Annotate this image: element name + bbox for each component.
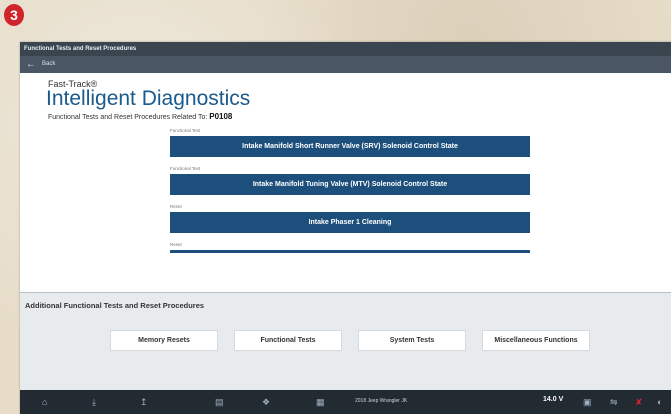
- trouble-code: P0108: [209, 112, 233, 121]
- procedure-item: Reset Intake Phaser 1 Cleaning: [170, 204, 530, 233]
- additional-title: Additional Functional Tests and Reset Pr…: [25, 301, 205, 310]
- procedure-type: Functional Test: [170, 128, 201, 133]
- procedure-type: Functional Test: [170, 166, 201, 171]
- back-bar: ← Back: [20, 56, 671, 73]
- app-screen: Functional Tests and Reset Procedures ← …: [20, 42, 671, 414]
- step-number-badge: 3: [4, 4, 24, 26]
- brand-title: Intelligent Diagnostics: [46, 87, 251, 110]
- miscellaneous-functions-button[interactable]: Miscellaneous Functions: [482, 330, 590, 351]
- related-to-line: Functional Tests and Reset Procedures Re…: [48, 112, 232, 121]
- upload-icon[interactable]: ↥: [140, 396, 148, 408]
- additional-procedures-panel: Additional Functional Tests and Reset Pr…: [20, 292, 671, 390]
- procedure-item: Functional Test Intake Manifold Tuning V…: [170, 166, 530, 195]
- tools-icon[interactable]: ❖: [262, 396, 270, 408]
- procedure-item: Reset: [170, 242, 530, 253]
- back-button[interactable]: Back: [42, 56, 55, 73]
- gauge-icon[interactable]: ◐: [657, 396, 662, 408]
- memory-resets-button[interactable]: Memory Resets: [110, 330, 218, 351]
- related-label: Functional Tests and Reset Procedures Re…: [48, 114, 208, 121]
- procedure-button-phaser-cleaning[interactable]: Intake Phaser 1 Cleaning: [170, 212, 530, 233]
- procedure-button-srv[interactable]: Intake Manifold Short Runner Valve (SRV)…: [170, 136, 530, 157]
- procedure-list: Functional Test Intake Manifold Short Ru…: [170, 128, 530, 262]
- procedure-type: Reset: [170, 204, 182, 209]
- home-icon[interactable]: ⌂: [42, 396, 47, 408]
- taskbar: ⌂ ⤓ ↥ ▤ ❖ ▦ 2018 Jeep Wrangler JK 14.0 V…: [20, 390, 671, 414]
- voltage-readout: 14.0 V: [543, 396, 564, 403]
- signal-icon[interactable]: ✘: [635, 396, 643, 408]
- download-icon[interactable]: ⤓: [92, 396, 96, 408]
- procedure-item: Functional Test Intake Manifold Short Ru…: [170, 128, 530, 157]
- system-tests-button[interactable]: System Tests: [358, 330, 466, 351]
- battery-icon: ▣: [583, 397, 592, 407]
- back-arrow-icon[interactable]: ←: [26, 59, 36, 70]
- calendar-icon[interactable]: ▦: [316, 396, 325, 408]
- window-title: Functional Tests and Reset Procedures: [20, 42, 671, 56]
- connection-icon[interactable]: ⇋: [610, 396, 618, 408]
- vehicle-label: 2018 Jeep Wrangler JK: [355, 398, 408, 404]
- functional-tests-button[interactable]: Functional Tests: [234, 330, 342, 351]
- procedure-button-partial[interactable]: [170, 250, 530, 253]
- procedure-type: Reset: [170, 242, 182, 247]
- main-content: Fast-Track® Intelligent Diagnostics Func…: [20, 73, 671, 283]
- procedure-button-mtv[interactable]: Intake Manifold Tuning Valve (MTV) Solen…: [170, 174, 530, 195]
- scanner-icon[interactable]: ▤: [215, 396, 224, 408]
